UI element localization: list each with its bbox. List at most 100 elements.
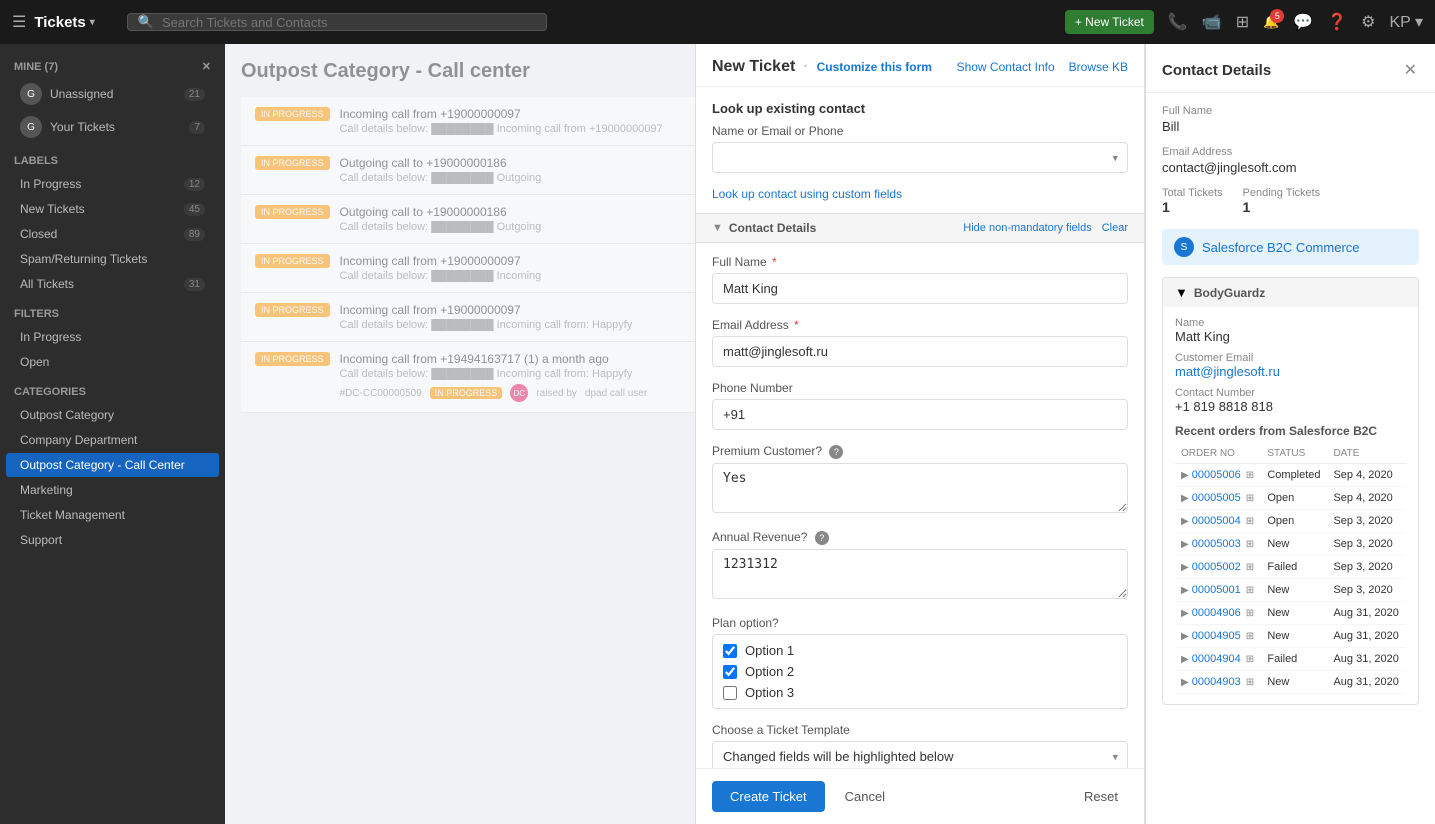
contact-full-name-field: Full Name Bill bbox=[1162, 105, 1419, 134]
order-number[interactable]: 00004906 bbox=[1192, 607, 1241, 619]
annual-revenue-label: Annual Revenue? ? bbox=[712, 530, 1128, 545]
expand-icon[interactable]: ▶ bbox=[1181, 562, 1189, 573]
full-name-input[interactable] bbox=[712, 273, 1128, 304]
create-ticket-button[interactable]: Create Ticket bbox=[712, 781, 825, 812]
order-number[interactable]: 00004903 bbox=[1192, 676, 1241, 688]
sidebar-item-cat3[interactable]: Outpost Category - Call Center bbox=[6, 453, 219, 477]
annual-revenue-help-icon[interactable]: ? bbox=[815, 531, 829, 545]
sidebar-item-filter2[interactable]: Open bbox=[6, 350, 219, 374]
order-action-icon[interactable]: ⊞ bbox=[1246, 631, 1254, 642]
sidebar-item-cat6[interactable]: Support bbox=[6, 528, 219, 552]
order-number[interactable]: 00005001 bbox=[1192, 584, 1241, 596]
video-icon[interactable]: 📹 bbox=[1202, 12, 1222, 32]
contact-panel-title: Contact Details bbox=[1162, 62, 1271, 79]
order-status: New bbox=[1261, 579, 1327, 602]
expand-icon[interactable]: ▶ bbox=[1181, 654, 1189, 665]
expand-icon[interactable]: ▶ bbox=[1181, 677, 1189, 688]
sidebar-item-cat5[interactable]: Ticket Management bbox=[6, 503, 219, 527]
sidebar-item-agent1[interactable]: G Unassigned 21 bbox=[6, 78, 219, 110]
phone-label: Phone Number bbox=[712, 381, 1128, 395]
layout-icon[interactable]: ⊞ bbox=[1236, 12, 1249, 32]
contact-panel-header: Contact Details ✕ bbox=[1146, 44, 1435, 93]
order-action-icon[interactable]: ⊞ bbox=[1246, 677, 1254, 688]
sidebar-item-label: Unassigned bbox=[50, 87, 113, 101]
chat-icon[interactable]: 💬 bbox=[1293, 12, 1313, 32]
order-action-icon[interactable]: ⊞ bbox=[1246, 516, 1254, 527]
sidebar-item-closed[interactable]: Closed 89 bbox=[6, 222, 219, 246]
sidebar-item-agent2[interactable]: G Your Tickets 7 bbox=[6, 111, 219, 143]
plan-option-1-checkbox[interactable] bbox=[723, 644, 737, 658]
section-title: Contact Details bbox=[729, 221, 816, 235]
bg-email-value[interactable]: matt@jinglesoft.ru bbox=[1175, 364, 1406, 379]
annual-revenue-textarea[interactable]: 1231312 bbox=[712, 549, 1128, 599]
phone-icon[interactable]: 📞 bbox=[1168, 12, 1188, 32]
order-action-icon[interactable]: ⊞ bbox=[1246, 470, 1254, 481]
new-ticket-button[interactable]: + New Ticket bbox=[1065, 10, 1154, 34]
expand-icon[interactable]: ▶ bbox=[1181, 516, 1189, 527]
show-contact-info-link[interactable]: Show Contact Info bbox=[957, 60, 1055, 74]
order-action-icon[interactable]: ⊞ bbox=[1246, 608, 1254, 619]
expand-icon[interactable]: ▶ bbox=[1181, 631, 1189, 642]
sidebar-item-inprogress[interactable]: In Progress 12 bbox=[6, 172, 219, 196]
order-date: Aug 31, 2020 bbox=[1327, 625, 1406, 648]
phone-input[interactable] bbox=[712, 399, 1128, 430]
order-action-icon[interactable]: ⊞ bbox=[1246, 493, 1254, 504]
reset-button[interactable]: Reset bbox=[1074, 781, 1128, 812]
table-row: ▶ 00005006 ⊞ Completed Sep 4, 2020 bbox=[1175, 464, 1406, 487]
menu-icon[interactable]: ☰ bbox=[12, 12, 26, 32]
order-action-icon[interactable]: ⊞ bbox=[1246, 539, 1254, 550]
help-icon[interactable]: ❓ bbox=[1327, 12, 1347, 32]
ticket-template-select[interactable]: Changed fields will be highlighted below bbox=[712, 741, 1128, 768]
sidebar-item-cat4[interactable]: Marketing bbox=[6, 478, 219, 502]
cancel-button[interactable]: Cancel bbox=[835, 781, 895, 812]
order-number[interactable]: 00005006 bbox=[1192, 469, 1241, 481]
bodyguardz-header[interactable]: ▼ BodyGuardz bbox=[1163, 278, 1418, 307]
hide-non-mandatory-link[interactable]: Hide non-mandatory fields bbox=[963, 222, 1091, 234]
collapse-icon[interactable]: ▼ bbox=[712, 222, 723, 234]
sidebar-item-spam[interactable]: Spam/Returning Tickets bbox=[6, 247, 219, 271]
name-email-phone-select[interactable] bbox=[712, 142, 1128, 173]
expand-icon[interactable]: ▶ bbox=[1181, 539, 1189, 550]
panel-footer: Create Ticket Cancel Reset bbox=[696, 768, 1144, 824]
table-row: ▶ 00005004 ⊞ Open Sep 3, 2020 bbox=[1175, 510, 1406, 533]
sidebar-item-newtickets[interactable]: New Tickets 45 bbox=[6, 197, 219, 221]
order-action-icon[interactable]: ⊞ bbox=[1246, 562, 1254, 573]
email-input[interactable] bbox=[712, 336, 1128, 367]
expand-icon[interactable]: ▶ bbox=[1181, 608, 1189, 619]
plan-option-2-checkbox[interactable] bbox=[723, 665, 737, 679]
order-number[interactable]: 00005003 bbox=[1192, 538, 1241, 550]
sidebar-item-alltickets[interactable]: All Tickets 31 bbox=[6, 272, 219, 296]
plan-option-3-checkbox[interactable] bbox=[723, 686, 737, 700]
order-number[interactable]: 00005005 bbox=[1192, 492, 1241, 504]
settings-icon[interactable]: ⚙ bbox=[1361, 12, 1375, 32]
order-number[interactable]: 00005004 bbox=[1192, 515, 1241, 527]
expand-icon[interactable]: ▶ bbox=[1181, 585, 1189, 596]
premium-textarea[interactable]: Yes bbox=[712, 463, 1128, 513]
sidebar-item-filter1[interactable]: In Progress bbox=[6, 325, 219, 349]
collapse-icon: ▼ bbox=[1175, 285, 1188, 300]
bodyguardz-title: BodyGuardz bbox=[1194, 286, 1265, 300]
order-number[interactable]: 00005002 bbox=[1192, 561, 1241, 573]
sidebar-collapse-icon[interactable]: ✕ bbox=[202, 60, 211, 73]
sidebar-item-cat2[interactable]: Company Department bbox=[6, 428, 219, 452]
expand-icon[interactable]: ▶ bbox=[1181, 493, 1189, 504]
customize-form-link[interactable]: Customize this form bbox=[817, 60, 932, 74]
clear-link[interactable]: Clear bbox=[1102, 222, 1128, 234]
agent2-count: 7 bbox=[189, 121, 205, 134]
notifications-icon[interactable]: 🔔 5 bbox=[1263, 14, 1279, 30]
order-number[interactable]: 00004904 bbox=[1192, 653, 1241, 665]
premium-help-icon[interactable]: ? bbox=[829, 445, 843, 459]
app-title[interactable]: Tickets ▾ bbox=[34, 14, 94, 31]
pending-tickets-stat: Pending Tickets 1 bbox=[1243, 187, 1321, 215]
order-action-icon[interactable]: ⊞ bbox=[1246, 585, 1254, 596]
order-action-icon[interactable]: ⊞ bbox=[1246, 654, 1254, 665]
close-button[interactable]: ✕ bbox=[1402, 58, 1419, 82]
search-input[interactable] bbox=[162, 15, 536, 30]
expand-icon[interactable]: ▶ bbox=[1181, 470, 1189, 481]
sidebar-item-cat1[interactable]: Outpost Category bbox=[6, 403, 219, 427]
lookup-custom-fields-link[interactable]: Look up contact using custom fields bbox=[712, 187, 1128, 201]
order-number[interactable]: 00004905 bbox=[1192, 630, 1241, 642]
browse-kb-link[interactable]: Browse KB bbox=[1069, 60, 1128, 74]
profile-icon[interactable]: KP ▾ bbox=[1389, 12, 1423, 32]
nav-right: + New Ticket 📞 📹 ⊞ 🔔 5 💬 ❓ ⚙ KP ▾ bbox=[1065, 10, 1423, 34]
